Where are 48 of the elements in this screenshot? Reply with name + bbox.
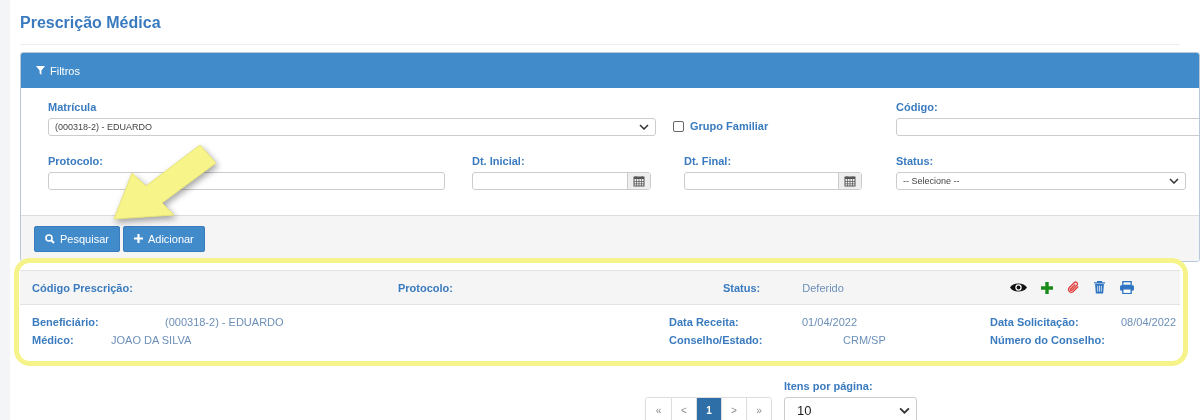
checkbox-label: Grupo Familiar xyxy=(690,120,769,132)
field-label: Protocolo: xyxy=(398,281,453,294)
date-field[interactable] xyxy=(684,172,862,190)
eye-icon[interactable] xyxy=(1010,282,1027,293)
caret-icon[interactable] xyxy=(899,406,910,414)
field-label: Conselho/Estado: xyxy=(669,334,764,346)
caret-icon[interactable] xyxy=(1169,178,1179,184)
field-label: Data Solicitação: xyxy=(990,316,1080,328)
search-button[interactable]: Pesquisar xyxy=(34,225,120,252)
field-value: 01/04/2022 xyxy=(802,316,858,328)
page-button[interactable]: » xyxy=(746,398,771,420)
field-label: Código Prescrição: xyxy=(32,281,133,294)
printer-icon[interactable] xyxy=(1119,281,1135,294)
field-value: CRM/SP xyxy=(843,334,886,346)
calendar-icon[interactable] xyxy=(627,173,650,189)
calendar-icon[interactable] xyxy=(838,173,861,189)
select-field[interactable]: (000318-2) - EDUARDO xyxy=(48,118,656,136)
select-field[interactable]: -- Selecione -- xyxy=(896,172,1186,190)
panel-title: Filtros xyxy=(50,64,80,77)
trash-icon[interactable] xyxy=(1094,281,1105,294)
field-label: Código: xyxy=(896,101,939,113)
paperclip-icon[interactable] xyxy=(1067,281,1080,294)
select-field[interactable]: 10 xyxy=(784,397,917,420)
field-value: 08/04/2022 xyxy=(1121,316,1177,328)
date-field[interactable] xyxy=(472,172,651,190)
field-label: Data Receita: xyxy=(669,316,740,328)
page-button[interactable]: 1 xyxy=(696,398,721,420)
page-title: Prescrição Médica xyxy=(20,0,1180,45)
field-label: Beneficiário: xyxy=(32,316,100,328)
field-label: Protocolo: xyxy=(48,155,104,167)
field-value: Deferido xyxy=(802,281,844,294)
plus-icon[interactable] xyxy=(1041,281,1053,294)
field-label: Matrícula xyxy=(48,101,98,113)
caret-icon[interactable] xyxy=(639,124,649,130)
add-button[interactable]: Adicionar xyxy=(122,225,205,252)
search-icon[interactable] xyxy=(45,233,55,244)
field-label: Dt. Inicial: xyxy=(472,155,526,167)
field-label: Status: xyxy=(896,155,935,167)
field-label: Itens por página: xyxy=(784,380,874,392)
field-label: Número do Conselho: xyxy=(990,334,1105,346)
filter-icon xyxy=(36,66,45,75)
field-label: Status: xyxy=(723,281,761,294)
field-value: (000318-2) - EDUARDO xyxy=(165,316,284,328)
input-field[interactable] xyxy=(896,118,1199,136)
checkbox[interactable] xyxy=(673,120,684,132)
field-label: Médico: xyxy=(32,334,75,346)
field-label: Dt. Final: xyxy=(684,155,733,167)
field-value: JOAO DA SILVA xyxy=(111,334,192,346)
